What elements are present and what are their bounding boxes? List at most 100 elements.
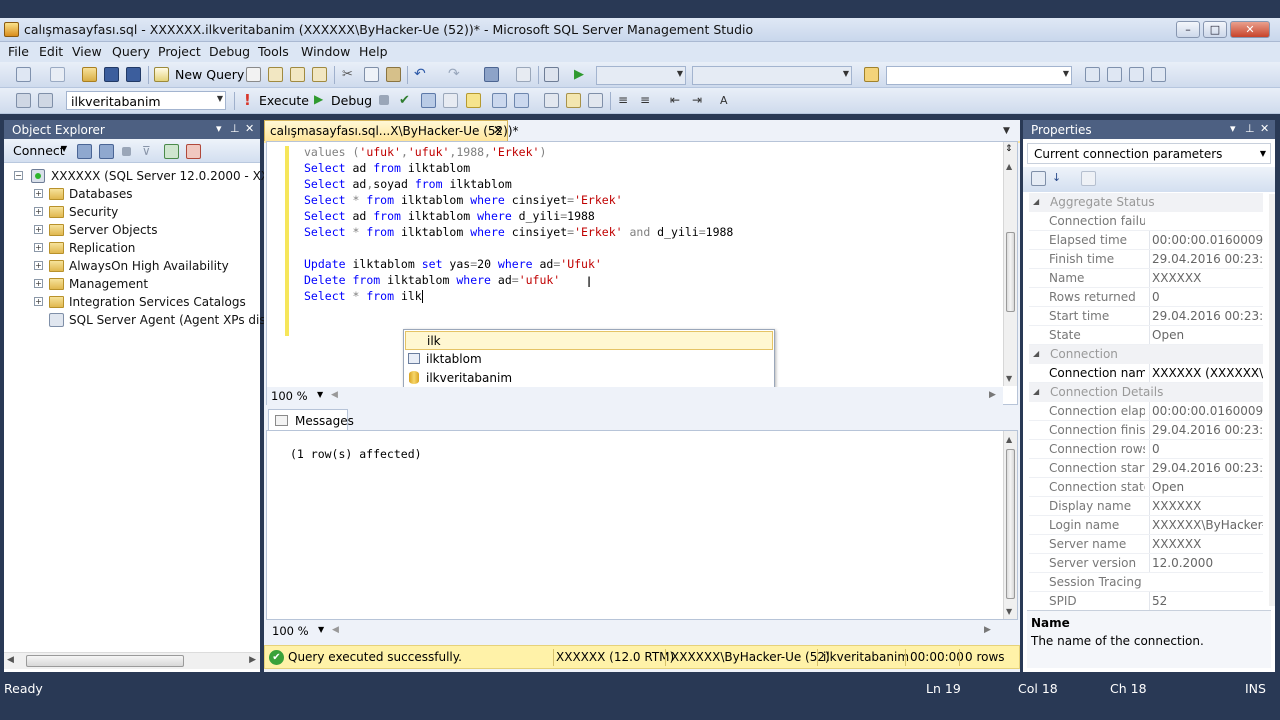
scroll-up-icon[interactable]: ▲ [1006,162,1012,171]
categorized-icon[interactable] [1031,171,1046,186]
menu-project[interactable]: Project [158,44,201,59]
scroll-thumb[interactable] [1006,449,1015,599]
scroll-left-icon[interactable]: ◀ [7,655,14,665]
property-row[interactable]: Display name XXXXXX [1029,497,1263,516]
query-designer-icon[interactable] [443,93,458,108]
find-in-files-icon[interactable] [864,67,879,82]
new-project-icon[interactable] [16,67,31,82]
query-options-icon[interactable] [466,93,481,108]
menu-tools[interactable]: Tools [258,44,289,59]
scroll-thumb[interactable] [1006,232,1015,312]
client-statistics-icon[interactable] [544,93,559,108]
property-row[interactable]: Connection failur [1029,212,1263,231]
property-row[interactable]: Connection elaps 00:00:00.0160009 [1029,402,1263,421]
start-debug-icon[interactable]: ▶ [574,67,589,82]
find-combo[interactable]: ▼ [886,66,1072,85]
available-databases-dropdown[interactable]: ilkveritabanim ▼ [66,91,226,110]
debug-play-icon[interactable]: ▶ [314,92,323,106]
property-row[interactable]: Connection finish 29.04.2016 00:23:27 [1029,421,1263,440]
menu-file[interactable]: File [8,44,29,59]
menu-view[interactable]: View [72,44,102,59]
split-icon[interactable]: ⇕ [1005,144,1013,154]
undo-icon[interactable]: ↶ [414,67,429,82]
collapse-triangle-icon[interactable]: ◢ [1033,383,1039,401]
close-icon[interactable]: ✕ [245,122,254,135]
template-explorer-icon[interactable] [1129,67,1144,82]
activity-monitor-icon[interactable] [186,144,201,159]
filter-icon[interactable]: ⊽ [142,144,157,159]
menu-help[interactable]: Help [359,44,388,59]
comment-icon[interactable]: ≡ [618,93,633,108]
expand-icon[interactable]: + [34,297,43,306]
properties-window-icon[interactable] [1151,67,1166,82]
close-button[interactable]: ✕ [1230,21,1270,38]
property-row[interactable]: Server version 12.0.2000 [1029,554,1263,573]
collapse-triangle-icon[interactable]: ◢ [1033,193,1039,211]
connect-icon[interactable] [16,93,31,108]
menu-query[interactable]: Query [112,44,150,59]
copy-icon[interactable] [364,67,379,82]
window-position-icon[interactable]: ▾ [1230,122,1236,135]
property-pages-icon[interactable] [1081,171,1096,186]
completion-item[interactable]: ilktablom [405,350,773,369]
parse-check-icon[interactable]: ✔ [399,93,414,108]
save-all-icon[interactable] [126,67,141,82]
intellisense-icon[interactable] [492,93,507,108]
query-xmla-icon[interactable] [312,67,327,82]
completion-item[interactable]: ilkveritabanim [405,369,773,388]
zoom-level[interactable]: 100 % [271,389,308,403]
connect-object-explorer-icon[interactable] [77,144,92,159]
property-row[interactable]: Connection state Open [1029,478,1263,497]
property-row[interactable]: SPID 52 [1029,592,1263,611]
maximize-button[interactable]: □ [1203,21,1227,38]
property-grid-scrollbar[interactable] [1269,194,1275,606]
chevron-down-icon[interactable]: ▼ [61,144,67,153]
stop-icon[interactable] [122,147,131,156]
decrease-indent-icon[interactable]: ⇤ [670,93,685,108]
scroll-down-icon[interactable]: ▼ [1006,374,1012,383]
property-category[interactable]: ◢ Connection Details [1029,383,1263,402]
expand-icon[interactable]: + [34,261,43,270]
close-tab-icon[interactable]: ✕ [493,123,503,137]
scroll-left-icon[interactable]: ◀ [332,625,339,635]
expand-icon[interactable]: + [34,189,43,198]
menu-window[interactable]: Window [301,44,350,59]
property-category[interactable]: ◢ Aggregate Status [1029,193,1263,212]
change-connection-icon[interactable] [38,93,53,108]
expand-icon[interactable]: + [34,207,43,216]
close-icon[interactable]: ✕ [1260,122,1269,135]
property-row[interactable]: State Open [1029,326,1263,345]
property-row[interactable]: Session Tracing ID [1029,573,1263,592]
debug-target-icon[interactable] [544,67,559,82]
execute-button[interactable]: Execute [259,93,309,108]
window-position-icon[interactable]: ▾ [216,122,222,135]
oe-horizontal-scrollbar[interactable]: ◀ ▶ [4,652,260,669]
scroll-up-icon[interactable]: ▲ [1006,435,1012,444]
property-category[interactable]: ◢ Connection [1029,345,1263,364]
alphabetical-icon[interactable]: ↓ [1052,171,1067,186]
solution-platform-dropdown[interactable]: ▼ [692,66,852,85]
find-icon[interactable] [516,67,531,82]
debug-button[interactable]: Debug [331,93,372,108]
scroll-down-icon[interactable]: ▼ [1006,607,1012,616]
new-query-icon[interactable] [154,67,169,82]
query-db-engine-icon[interactable] [246,67,261,82]
property-row[interactable]: Name XXXXXX [1029,269,1263,288]
query-analysis-icon[interactable] [268,67,283,82]
editor-vertical-scrollbar[interactable]: ⇕ ▲ ▼ [1003,142,1017,386]
redo-icon[interactable]: ↷ [448,67,463,82]
paste-icon[interactable] [386,67,401,82]
collapse-icon[interactable]: − [14,171,23,180]
code-editor[interactable]: values ('ufuk','ufuk',1988,'Erkek') Sele… [266,141,1018,405]
pin-icon[interactable]: ⊥ [1245,122,1255,135]
property-row[interactable]: Login name XXXXXX\ByHacker-U [1029,516,1263,535]
property-row[interactable]: Server name XXXXXX [1029,535,1263,554]
open-file-icon[interactable] [82,67,97,82]
expand-icon[interactable]: + [34,279,43,288]
cancel-query-icon[interactable] [379,95,389,105]
query-mining-icon[interactable] [290,67,305,82]
minimize-button[interactable]: – [1176,21,1200,38]
property-row[interactable]: Elapsed time 00:00:00.0160009 [1029,231,1263,250]
uncomment-icon[interactable]: ≡ [640,93,655,108]
chevron-down-icon[interactable]: ▼ [317,390,323,399]
